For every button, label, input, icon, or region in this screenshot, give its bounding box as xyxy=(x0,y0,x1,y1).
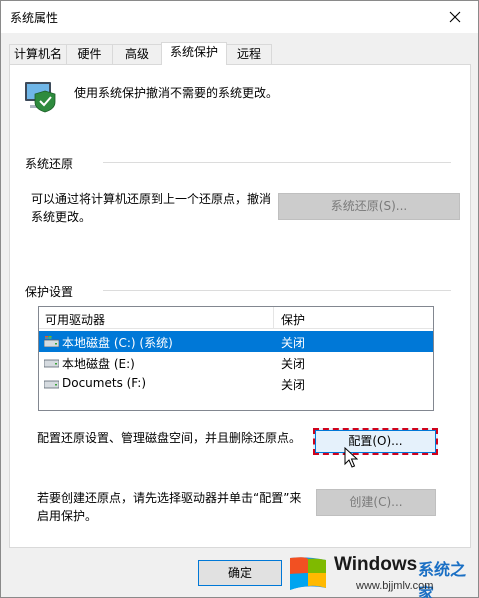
tab-system-protection[interactable]: 系统保护 xyxy=(161,42,227,65)
title-bar: 系统属性 xyxy=(1,1,478,33)
windows-logo-icon xyxy=(290,557,326,590)
computer-shield-icon xyxy=(25,82,56,113)
watermark-url: www.bjjmlv.com xyxy=(356,580,434,592)
drive-status: 关闭 xyxy=(281,357,306,371)
tab-remote[interactable]: 远程 xyxy=(226,44,272,64)
configure-button[interactable]: 配置(O)... xyxy=(313,428,438,455)
create-description-line2: 启用保护。 xyxy=(37,509,98,523)
drive-icon xyxy=(44,359,59,368)
tab-hardware[interactable]: 硬件 xyxy=(66,44,113,64)
column-separator[interactable] xyxy=(273,307,274,329)
window-title: 系统属性 xyxy=(10,11,59,25)
ok-button[interactable]: 确定 xyxy=(198,560,282,586)
drive-name: 本地磁盘 (E:) xyxy=(62,357,135,371)
configure-description: 配置还原设置、管理磁盘空间，并且删除还原点。 xyxy=(37,431,302,445)
mouse-pointer-icon xyxy=(344,447,358,468)
header-description: 使用系统保护撤消不需要的系统更改。 xyxy=(74,86,279,100)
create-button[interactable]: 创建(C)... xyxy=(316,489,436,516)
close-icon xyxy=(449,11,461,22)
drive-icon xyxy=(44,380,59,389)
drives-list[interactable]: 可用驱动器 保护 本地磁盘 (C:) (系统) 关闭 本地磁盘 (E:) 关闭 xyxy=(38,306,434,411)
watermark-brand: Windows xyxy=(334,554,418,575)
close-button[interactable] xyxy=(432,1,478,32)
protection-group-label: 保护设置 xyxy=(25,285,74,299)
drive-row-f[interactable]: Documets (F:) 关闭 xyxy=(39,373,433,394)
drive-status: 关闭 xyxy=(281,336,306,350)
system-restore-group-label: 系统还原 xyxy=(25,157,74,171)
divider xyxy=(103,290,451,291)
column-header-drives[interactable]: 可用驱动器 xyxy=(45,311,105,328)
drive-name: Documets (F:) xyxy=(62,376,147,390)
tab-advanced[interactable]: 高级 xyxy=(112,44,162,64)
system-drive-icon xyxy=(44,336,59,347)
system-properties-window: 系统属性 计算机名 硬件 高级 系统保护 远程 使用系统保护撤消不需要的系统更改… xyxy=(0,0,479,598)
tab-computer-name[interactable]: 计算机名 xyxy=(9,44,67,64)
create-description-line1: 若要创建还原点，请先选择驱动器并单击“配置”来 xyxy=(37,491,302,505)
drive-row-e[interactable]: 本地磁盘 (E:) 关闭 xyxy=(39,352,433,373)
drive-name: 本地磁盘 (C:) (系统) xyxy=(62,336,173,350)
drive-row-c[interactable]: 本地磁盘 (C:) (系统) 关闭 xyxy=(39,331,433,352)
column-header-protection[interactable]: 保护 xyxy=(281,311,305,328)
restore-text-line2: 系统更改。 xyxy=(31,210,92,224)
watermark: Windows 系统之家 www.bjjmlv.com xyxy=(284,548,478,598)
divider xyxy=(103,162,451,163)
list-header: 可用驱动器 保护 xyxy=(39,307,433,329)
restore-text-line1: 可以通过将计算机还原到上一个还原点，撤消 xyxy=(31,192,272,206)
drive-status: 关闭 xyxy=(281,378,306,392)
system-restore-button[interactable]: 系统还原(S)... xyxy=(278,193,460,220)
